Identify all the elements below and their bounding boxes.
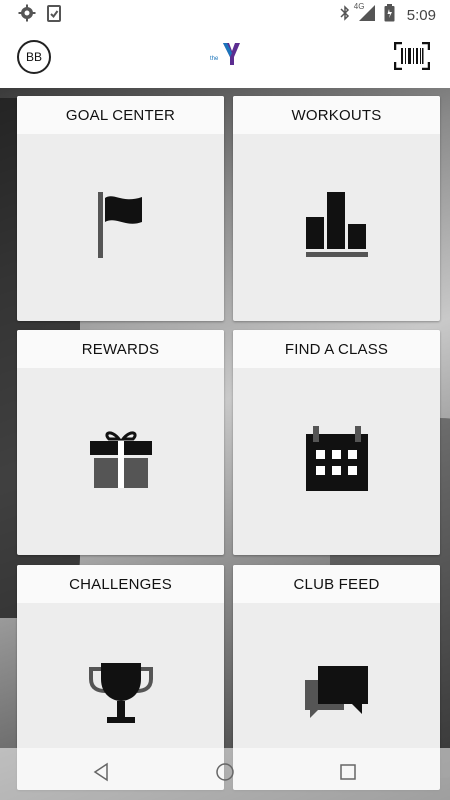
bar-chart-icon — [305, 192, 369, 263]
battery-icon — [384, 4, 395, 27]
tile-find-a-class[interactable]: FIND A CLASS — [233, 330, 440, 555]
avatar[interactable]: BB — [17, 40, 51, 74]
chat-bubbles-icon — [304, 664, 370, 729]
barcode-scan-icon — [393, 41, 431, 74]
recents-icon[interactable] — [338, 762, 358, 787]
tile-label: REWARDS — [17, 330, 224, 368]
ymca-logo: the — [207, 41, 241, 72]
home-icon[interactable] — [215, 762, 235, 787]
tile-workouts[interactable]: WORKOUTS — [233, 96, 440, 321]
tile-rewards[interactable]: REWARDS — [17, 330, 224, 555]
back-icon[interactable] — [92, 762, 112, 787]
signal-icon: 4G — [354, 2, 376, 27]
system-nav-bar — [0, 748, 450, 800]
trophy-icon — [88, 661, 153, 732]
bluetooth-icon — [340, 5, 350, 26]
svg-text:the: the — [210, 56, 219, 62]
status-time: 5:09 — [406, 7, 436, 24]
clipboard-check-icon — [46, 4, 62, 27]
gear-icon — [18, 4, 36, 27]
tile-label: WORKOUTS — [233, 96, 440, 134]
tile-goal-center[interactable]: GOAL CENTER — [17, 96, 224, 321]
flag-icon — [96, 192, 146, 263]
tile-label: CLUB FEED — [233, 565, 440, 603]
barcode-scan-button[interactable] — [393, 41, 431, 75]
tile-label: CHALLENGES — [17, 565, 224, 603]
gift-icon — [89, 429, 153, 494]
avatar-initials: BB — [25, 50, 42, 64]
calendar-icon — [305, 426, 369, 497]
tile-label: GOAL CENTER — [17, 96, 224, 134]
status-bar: 4G 5:09 — [0, 0, 450, 28]
tile-label: FIND A CLASS — [233, 330, 440, 368]
network-type-label: 4G — [353, 2, 365, 11]
app-header: BB the — [0, 28, 450, 88]
